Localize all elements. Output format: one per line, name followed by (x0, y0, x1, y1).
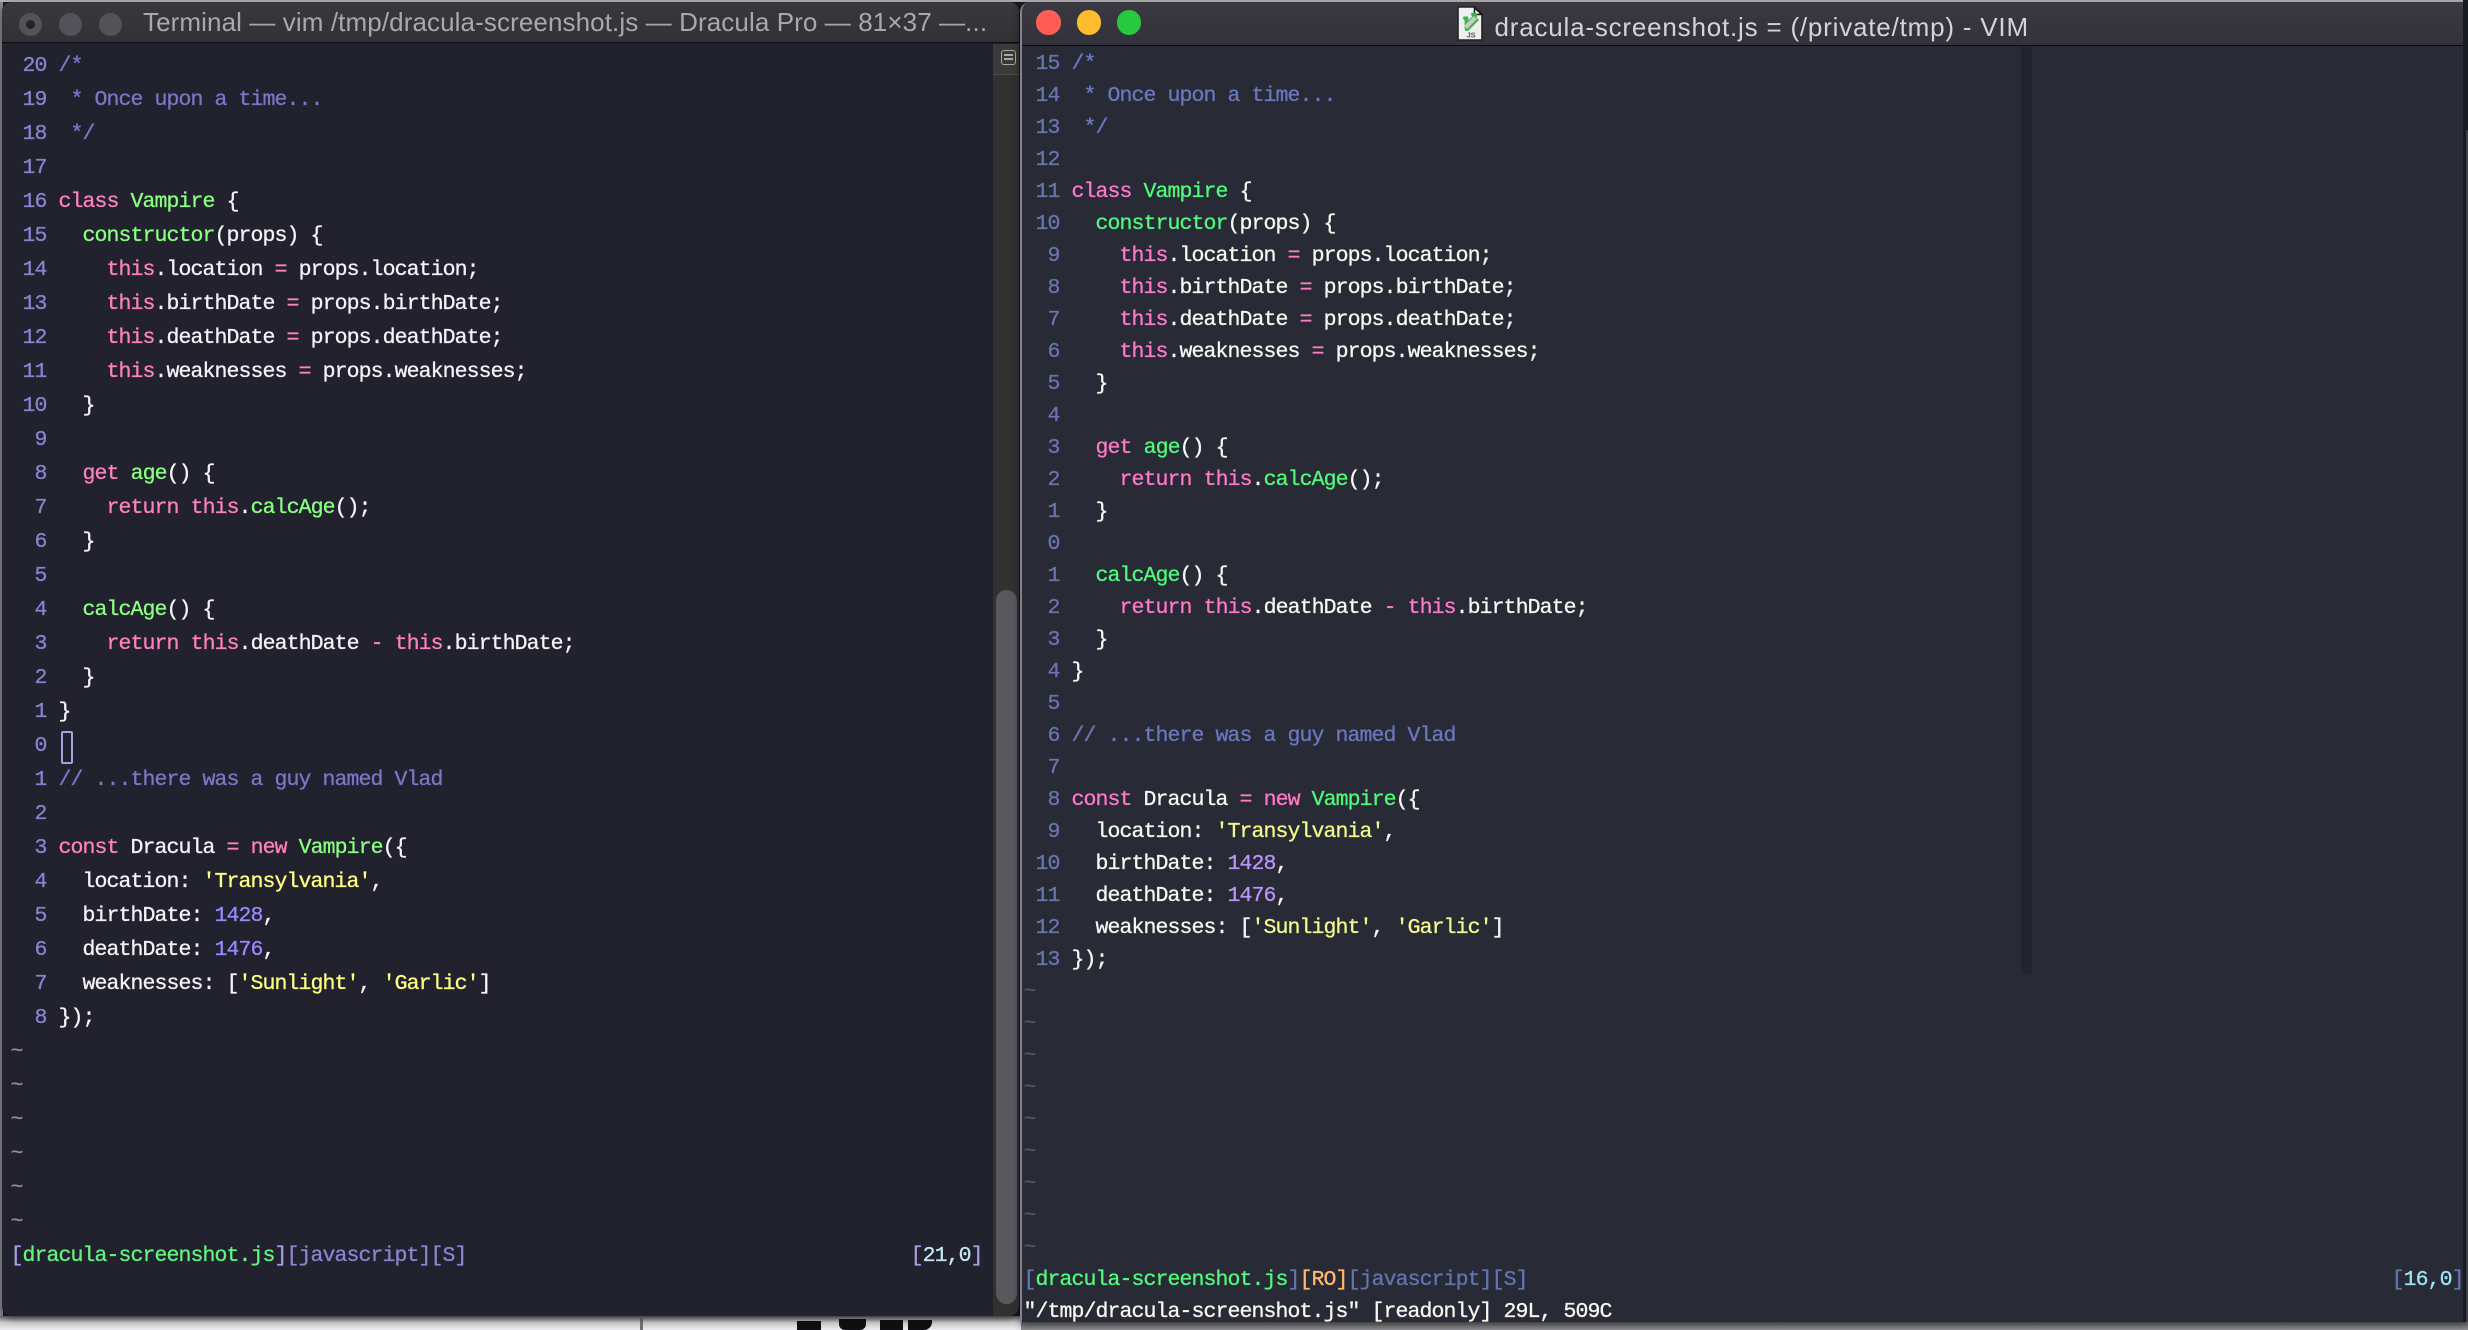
svg-text:JS: JS (1466, 31, 1475, 40)
